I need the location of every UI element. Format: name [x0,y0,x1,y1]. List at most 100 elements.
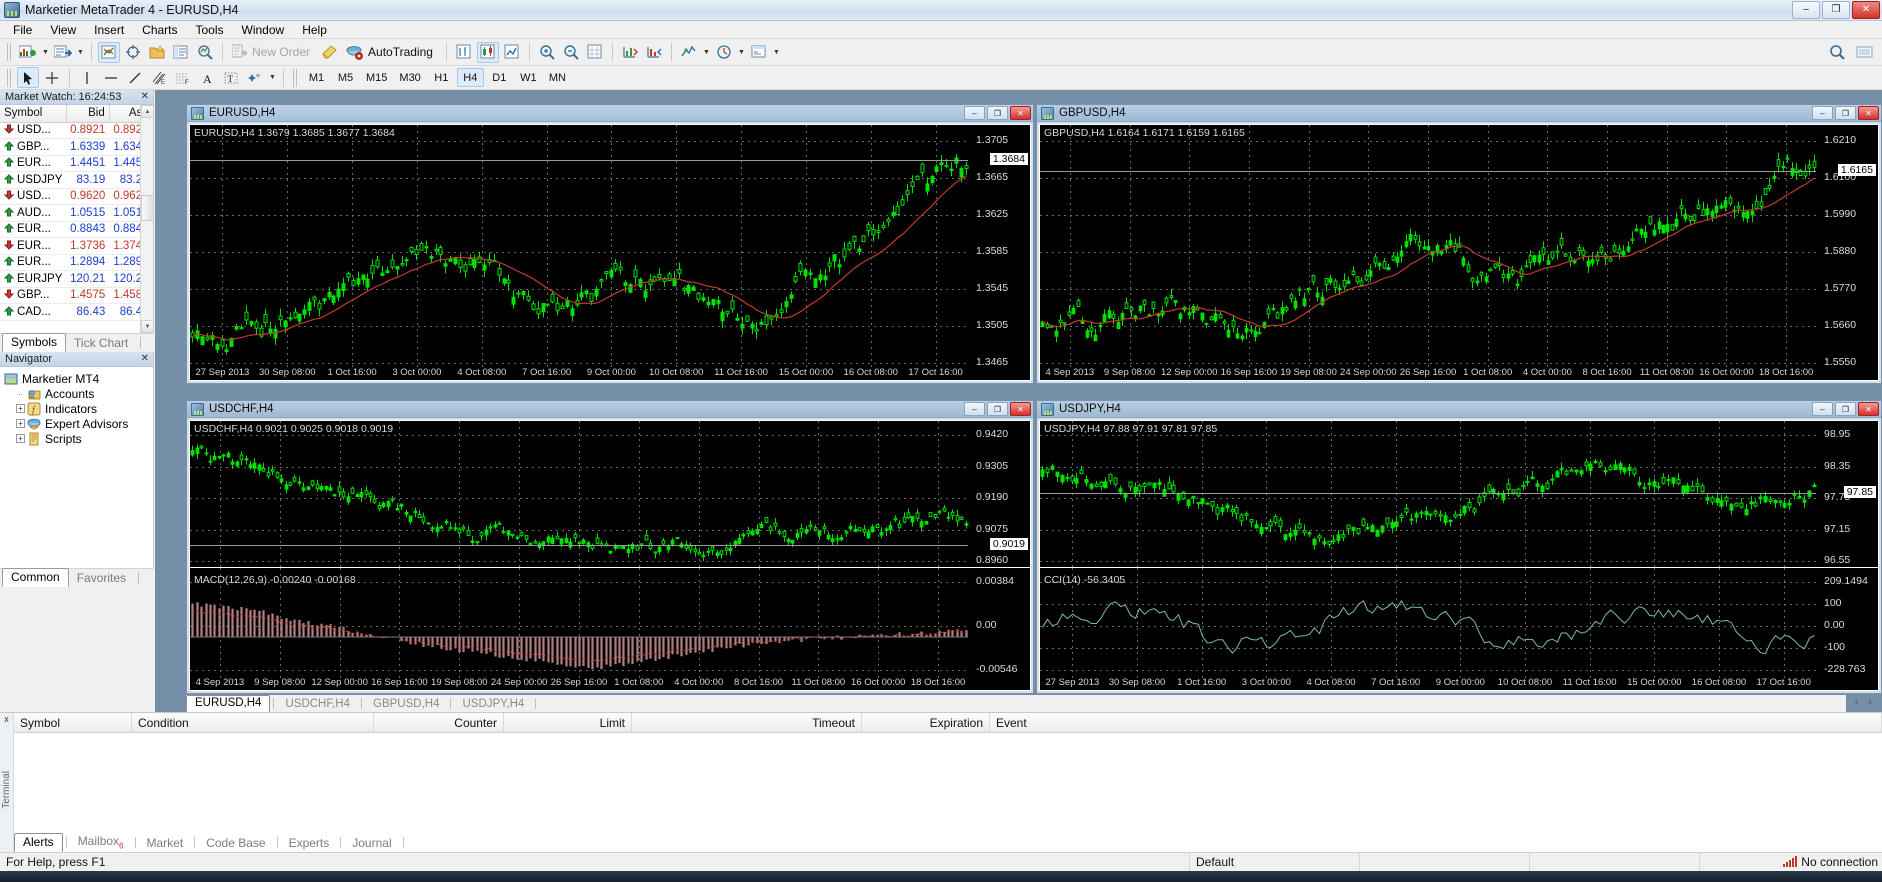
new-chart-icon[interactable] [17,42,39,63]
periods-dropdown-icon[interactable]: ▼ [737,42,746,63]
expander-icon[interactable]: + [16,404,25,413]
chart-maximize-button[interactable]: ❐ [987,402,1008,416]
tab-common[interactable]: Common [2,568,69,587]
equidistant-channel-icon[interactable]: E [148,67,170,88]
navigator-item-accounts[interactable]: ··· Accounts [4,386,153,401]
templates-dropdown-icon[interactable]: ▼ [772,42,781,63]
scroll-down-icon[interactable]: ▼ [141,320,154,333]
chart-close-button[interactable]: ✕ [1010,106,1031,120]
timeframe-h1[interactable]: H1 [428,68,455,87]
maximize-button[interactable]: ❐ [1822,1,1850,19]
trendline-icon[interactable] [124,67,146,88]
terminal-icon[interactable] [170,42,192,63]
chart-tab-usdchf[interactable]: USDCHF,H4 [277,697,358,712]
chart-body-usdchf[interactable]: USDCHF,H4 0.9021 0.9025 0.9018 0.9019 MA… [189,420,1031,691]
column-bid[interactable]: Bid [66,105,110,123]
timeframe-grip[interactable] [293,68,298,87]
expander-icon[interactable]: + [16,434,25,443]
chart-minimize-button[interactable]: – [964,106,985,120]
indicators-icon[interactable] [678,42,700,63]
menu-item-window[interactable]: Window [233,22,294,38]
text-label-icon[interactable]: T [220,67,242,88]
column-symbol[interactable]: Symbol [0,105,67,123]
shapes-icon[interactable] [244,67,266,88]
metaeditor-icon[interactable] [319,42,341,63]
strategy-tester-icon[interactable] [194,42,216,63]
chart-shift-toggle-icon[interactable] [643,42,665,63]
menu-item-charts[interactable]: Charts [133,22,186,38]
chart-body-usdjpy[interactable]: USDJPY,H4 97.88 97.91 97.81 97.85 CCI(14… [1039,420,1879,691]
market-watch-row[interactable]: USDJPY 83.19 83.22 [0,171,153,189]
templates-icon[interactable] [748,42,770,63]
tab-tick-chart[interactable]: Tick Chart [66,335,136,352]
chart-tab-gbpusd[interactable]: GBPUSD,H4 [365,697,447,712]
chart-shift-icon[interactable] [584,42,606,63]
chart-maximize-button[interactable]: ❐ [1835,106,1856,120]
autotrading-button[interactable]: AutoTrading [343,42,440,62]
price-scale-usdjpy[interactable]: 98.95 98.35 97.75 97.15 96.55 209.1494 100 0.00… [1818,421,1878,690]
profiles-icon[interactable] [52,42,74,63]
column-symbol[interactable]: Symbol [14,713,132,732]
minimize-button[interactable]: – [1792,1,1820,19]
column-timeout[interactable]: Timeout [632,713,862,732]
indicators-dropdown-icon[interactable]: ▼ [702,42,711,63]
auto-scroll-icon[interactable] [619,42,641,63]
terminal-tab-code-base[interactable]: Code Base [198,835,273,852]
cursor-icon[interactable] [17,67,39,88]
chart-close-button[interactable]: ✕ [1858,106,1879,120]
menu-item-view[interactable]: View [41,22,85,38]
data-window-icon[interactable] [122,42,144,63]
chart-body-gbpusd[interactable]: GBPUSD,H4 1.6164 1.6171 1.6159 1.6165 1.… [1039,124,1879,381]
column-counter[interactable]: Counter [374,713,504,732]
market-watch-row[interactable]: USD... 0.9620 0.9624 [0,188,153,205]
market-watch-scrollbar[interactable]: ▲ ▼ [140,105,154,333]
chart-tab-eurusd[interactable]: EURUSD,H4 [186,695,271,712]
chart-window-eurusd[interactable]: EURUSD,H4 – ❐ ✕ EURUSD,H4 1.3679 1.3685 … [186,104,1034,384]
menu-item-insert[interactable]: Insert [85,22,133,38]
scroll-left-icon[interactable]: ‹ [1855,696,1859,708]
toolbar-grip[interactable] [7,68,12,87]
terminal-tab-experts[interactable]: Experts [281,835,338,852]
timeframe-m30[interactable]: M30 [394,68,425,87]
chart-tab-usdjpy[interactable]: USDJPY,H4 [454,697,532,712]
new-chart-dropdown-icon[interactable]: ▼ [41,42,50,63]
chart-plot-usdjpy[interactable]: USDJPY,H4 97.88 97.91 97.81 97.85 CCI(14… [1040,421,1878,690]
time-scale-gbpusd[interactable]: 4 Sep 2013 9 Sep 08:00 12 Sep 00:00 16 Sep … [1040,366,1878,380]
chart-close-button[interactable]: ✕ [1010,402,1031,416]
chart-maximize-button[interactable]: ❐ [987,106,1008,120]
navigator-icon[interactable] [146,42,168,63]
chart-close-button[interactable]: ✕ [1858,402,1879,416]
fullscreen-icon[interactable] [1854,42,1876,63]
market-watch-row[interactable]: AUD... 1.0515 1.0518 [0,204,153,222]
column-event[interactable]: Event [990,713,1882,732]
market-watch-row[interactable]: GBP... 1.6339 1.6342 [0,138,153,156]
timeframe-m1[interactable]: M1 [303,68,330,87]
timeframe-w1[interactable]: W1 [515,68,542,87]
chart-plot-usdchf[interactable]: USDCHF,H4 0.9021 0.9025 0.9018 0.9019 MA… [190,421,1030,690]
scrollbar-thumb[interactable] [141,195,154,221]
vertical-line-icon[interactable] [76,67,98,88]
toolbar-grip[interactable] [7,43,12,61]
chart-body-eurusd[interactable]: EURUSD,H4 1.3679 1.3685 1.3677 1.3684 1.… [189,124,1031,381]
zoom-out-icon[interactable] [560,42,582,63]
timeframe-h4[interactable]: H4 [456,68,484,87]
periods-icon[interactable] [713,42,735,63]
terminal-tab-journal[interactable]: Journal [344,835,399,852]
market-watch-row[interactable]: EUR... 1.4451 1.4453 [0,155,153,172]
search-icon[interactable] [1826,42,1848,63]
market-watch-row[interactable]: EUR... 1.3736 1.3748 [0,237,153,255]
os-taskbar[interactable] [0,871,1882,882]
shapes-dropdown-icon[interactable]: ▼ [268,67,277,88]
crosshair-icon[interactable] [41,67,63,88]
navigator-item-marketier-mt4[interactable]: Marketier MT4 [4,371,153,386]
chart-minimize-button[interactable]: – [1812,106,1833,120]
close-icon[interactable]: ✕ [141,353,149,364]
time-scale-usdjpy[interactable]: 27 Sep 2013 30 Sep 08:00 1 Oct 16:00 3 Oct … [1040,676,1878,690]
market-watch-row[interactable]: CAD... 86.43 86.49 [0,303,153,321]
timeframe-m15[interactable]: M15 [361,68,392,87]
timeframe-d1[interactable]: D1 [486,68,513,87]
tab-favorites[interactable]: Favorites [69,570,134,587]
menu-item-file[interactable]: File [4,22,41,38]
text-icon[interactable]: A [196,67,218,88]
scroll-up-icon[interactable]: ▲ [141,105,154,118]
